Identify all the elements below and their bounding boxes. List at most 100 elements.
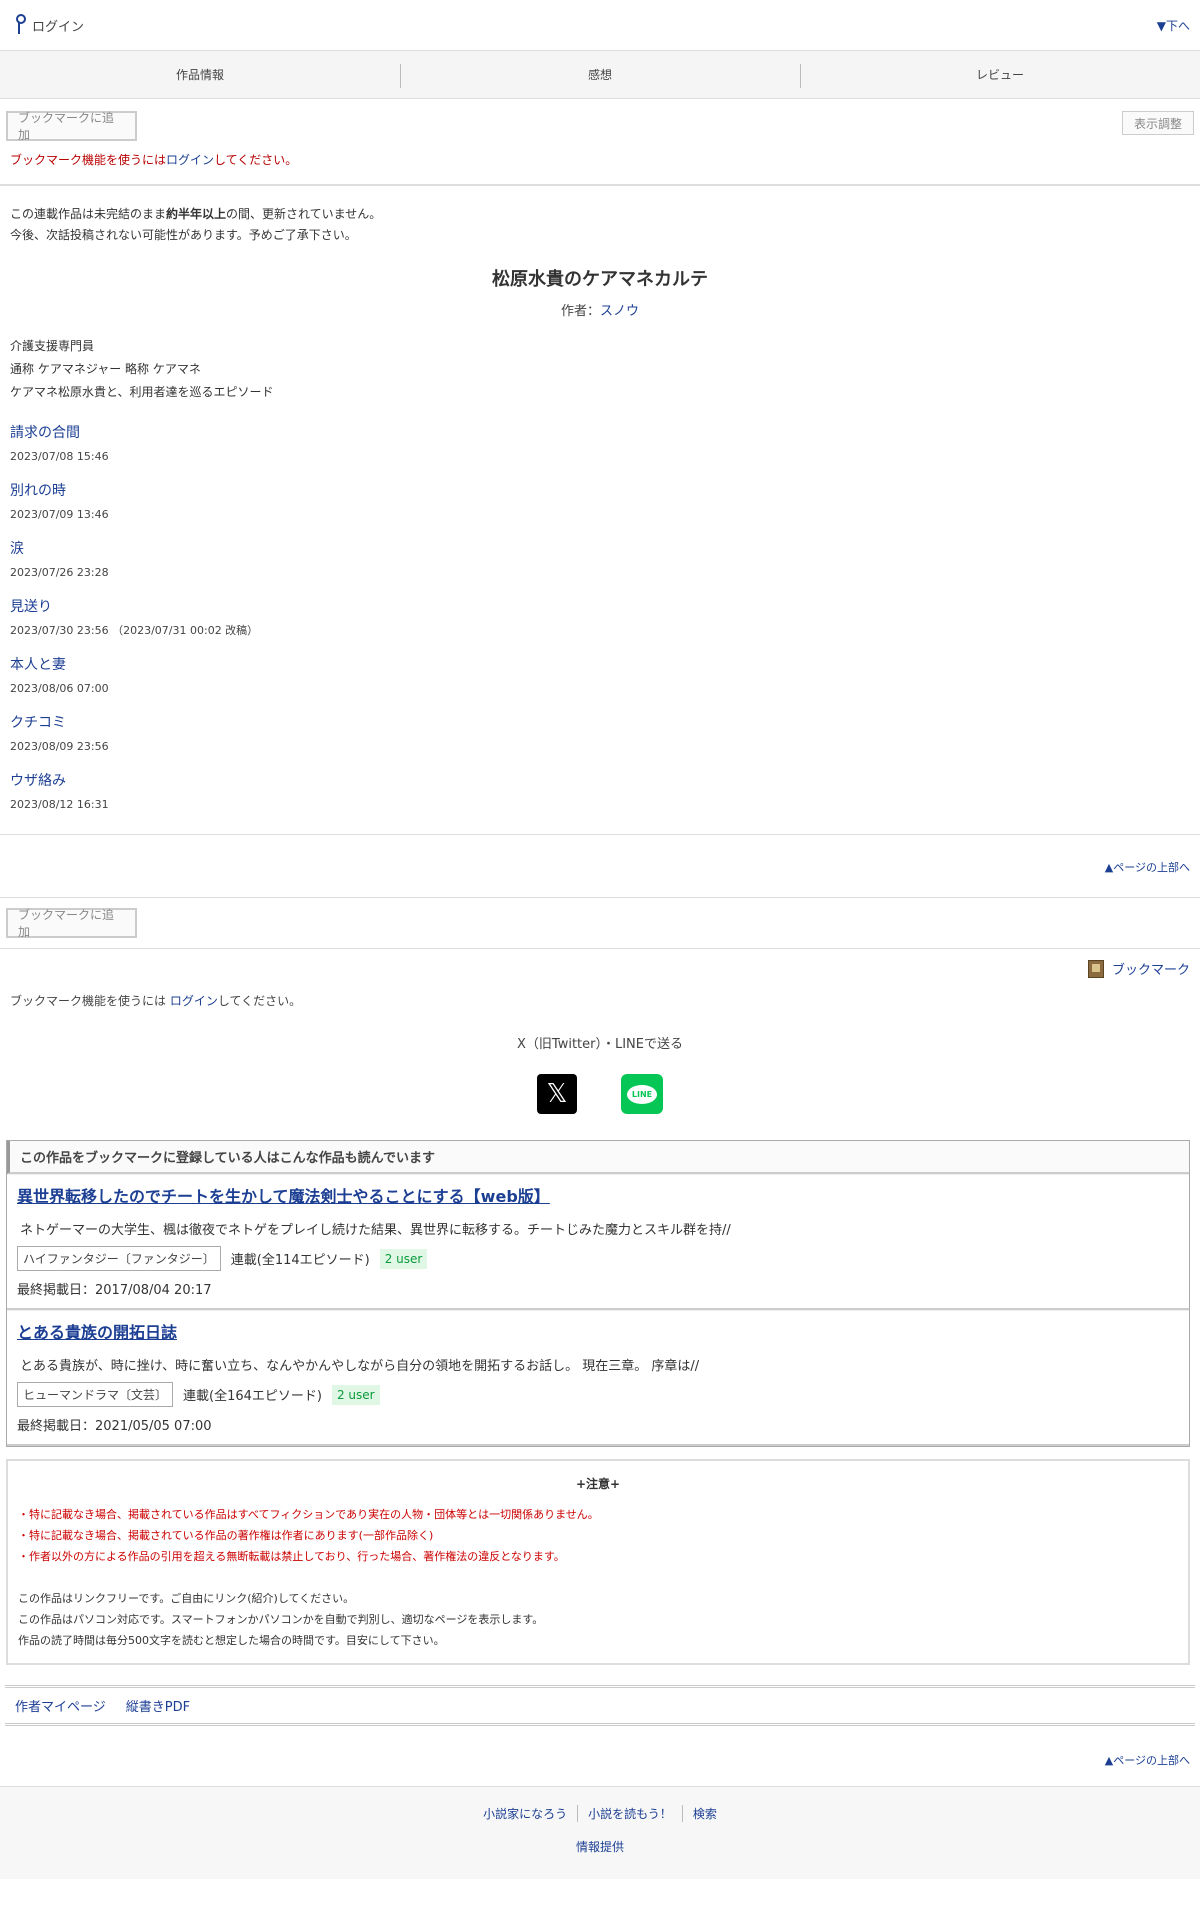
- episode-item: 本人と妻 2023/08/06 07:00: [10, 656, 1190, 696]
- genre-tag[interactable]: ハイファンタジー〔ファンタジー〕: [17, 1246, 221, 1271]
- footer-link-narou[interactable]: 小説家になろう: [473, 1805, 577, 1822]
- footer-links: 小説家になろう 小説を読もう！ 検索: [0, 1805, 1200, 1822]
- episode-link[interactable]: ウザ絡み: [10, 772, 1190, 790]
- user-count-badge: 2 user: [331, 1384, 380, 1405]
- caution-line: この作品はパソコン対応です。スマートフォンかパソコンかを自動で判別し、適切なペー…: [18, 1613, 544, 1626]
- key-icon: [14, 14, 26, 36]
- episode-item: ウザ絡み 2023/08/12 16:31: [10, 772, 1190, 812]
- novel-section: この連載作品は未完結のまま約半年以上の間、更新されていません。 今後、次話投稿さ…: [0, 186, 1200, 812]
- warning-text-b: の間、更新されていません。: [226, 207, 382, 221]
- login-link[interactable]: ログイン: [10, 14, 84, 36]
- tab-review[interactable]: レビュー: [800, 51, 1200, 98]
- recommendation-item: とある貴族の開拓日誌 とある貴族が、時に挫け、時に奮い立ち、なんやかんやしながら…: [7, 1310, 1189, 1446]
- caution-line: この作品はリンクフリーです。ご自由にリンク(紹介)してください。: [18, 1592, 355, 1605]
- bookmark-row-bottom: ブックマークに追加: [0, 897, 1200, 949]
- caution-line: ・特に記載なき場合、掲載されている作品の著作権は作者にあります(一部作品除く): [18, 1529, 434, 1542]
- page-top-link-bottom[interactable]: ▲ページの上部へ: [0, 1726, 1200, 1787]
- episode-item: 涙 2023/07/26 23:28: [10, 540, 1190, 580]
- x-share-icon[interactable]: 𝕏: [537, 1074, 577, 1114]
- notice-prefix: ブックマーク機能を使うには: [10, 153, 167, 167]
- last-updated: 最終掲載日：2017/08/04 20:17: [17, 1283, 212, 1298]
- warning-bold: 約半年以上: [166, 207, 227, 221]
- tab-work-info[interactable]: 作品情報: [0, 51, 400, 98]
- caution-line: 作品の読了時間は毎分500文字を読むと想定した場合の時間です。目安にして下さい。: [18, 1634, 445, 1647]
- tab-bar: 作品情報 感想 レビュー: [0, 51, 1200, 99]
- author-link[interactable]: スノウ: [600, 304, 639, 319]
- tab-impressions[interactable]: 感想: [400, 51, 800, 98]
- bookmark-text: ブックマーク機能を使うには ログインしてください。: [0, 978, 1200, 1009]
- login-label: ログイン: [32, 19, 85, 35]
- user-count-badge: 2 user: [379, 1248, 428, 1269]
- episode-item: 見送り 2023/07/30 23:56 （2023/07/31 00:02 改稿…: [10, 598, 1190, 638]
- caution-info-list: この作品はリンクフリーです。ご自由にリンク(紹介)してください。 この作品はパソ…: [18, 1588, 1178, 1651]
- episode-date: 2023/07/08 15:46: [10, 450, 109, 463]
- synopsis-line: 通称 ケアマネジャー 略称 ケアマネ: [10, 362, 201, 376]
- recommendation-item: 異世界転移したのでチートを生かして魔法剣士やることにする【web版】 ネトゲーマ…: [7, 1174, 1189, 1310]
- add-bookmark-button[interactable]: ブックマークに追加: [6, 111, 137, 142]
- novel-title: 松原水貴のケアマネカルテ: [492, 269, 708, 290]
- recommendation-meta: ハイファンタジー〔ファンタジー〕 連載(全114エピソード) 2 user: [17, 1246, 1179, 1271]
- episode-date: 2023/07/30 23:56 （2023/07/31 00:02 改稿）: [10, 624, 259, 637]
- author-mypage-link[interactable]: 作者マイページ: [15, 1696, 106, 1715]
- bookmark-link-label: ブックマーク: [1111, 963, 1190, 978]
- to-bottom-link[interactable]: ▼下へ: [1157, 17, 1190, 34]
- recommendation-title[interactable]: 異世界転移したのでチートを生かして魔法剣士やることにする【web版】: [17, 1183, 1179, 1207]
- bookmark-login-link[interactable]: ログイン: [170, 994, 218, 1008]
- episode-date: 2023/08/12 16:31: [10, 798, 109, 811]
- episode-link[interactable]: クチコミ: [10, 714, 1190, 732]
- author-line: 作者：スノウ: [10, 300, 1190, 319]
- caution-red-list: ・特に記載なき場合、掲載されている作品はすべてフィクションであり実在の人物・団体…: [18, 1504, 1178, 1567]
- recommendation-title[interactable]: とある貴族の開拓日誌: [17, 1319, 1179, 1343]
- episode-date: 2023/07/09 13:46: [10, 508, 109, 521]
- recommendation-item-partial: [7, 1446, 1189, 1447]
- caution-box: +注意+ ・特に記載なき場合、掲載されている作品はすべてフィクションであり実在の…: [6, 1459, 1190, 1665]
- episode-list: 請求の合間 2023/07/08 15:46 別れの時 2023/07/09 13:…: [10, 424, 1190, 812]
- share-buttons: 𝕏 LINE: [0, 1074, 1200, 1114]
- episode-link[interactable]: 涙: [10, 540, 1190, 558]
- caution-title: +注意+: [575, 1477, 621, 1491]
- synopsis-line: 介護支援専門員: [10, 339, 95, 353]
- episode-link[interactable]: 別れの時: [10, 482, 1190, 500]
- episode-item: 別れの時 2023/07/09 13:46: [10, 482, 1190, 522]
- episode-date: 2023/08/06 07:00: [10, 682, 109, 695]
- caution-line: ・作者以外の方による作品の引用を超える無断転載は禁止しており、行った場合、著作権…: [18, 1550, 565, 1563]
- site-footer: 小説家になろう 小説を読もう！ 検索 情報提供: [0, 1787, 1200, 1879]
- episode-link[interactable]: 請求の合間: [10, 424, 1190, 442]
- footer-link-yomou[interactable]: 小説を読もう！: [577, 1805, 682, 1822]
- page-top-link[interactable]: ▲ページの上部へ: [0, 835, 1200, 897]
- line-share-icon[interactable]: LINE: [621, 1074, 663, 1114]
- synopsis-line: ケアマネ松原水貴と、利用者達を巡るエピソード: [10, 385, 274, 399]
- page-top-label: ▲ページの上部へ: [1104, 861, 1190, 874]
- serial-info: 連載(全114エピソード): [230, 1253, 370, 1268]
- bookmark-row: ブックマークに追加 表示調整: [0, 99, 1200, 142]
- genre-tag[interactable]: ヒューマンドラマ〔文芸〕: [17, 1382, 174, 1407]
- display-adjust-button[interactable]: 表示調整: [1122, 111, 1194, 135]
- author-links: 作者マイページ 縦書きPDF: [5, 1685, 1195, 1726]
- recommendation-desc: ネトゲーマーの大学生、楓は徹夜でネトゲをプレイし続けた結果、異世界に転移する。チ…: [20, 1223, 731, 1238]
- last-updated: 最終掲載日：2021/05/05 07:00: [17, 1419, 212, 1434]
- bookmark-link[interactable]: ブックマーク: [0, 949, 1200, 978]
- vertical-pdf-link[interactable]: 縦書きPDF: [126, 1696, 190, 1715]
- recommendation-desc: とある貴族が、時に挫け、時に奮い立ち、なんやかんやしながら自分の領地を開拓するお…: [20, 1359, 700, 1374]
- add-bookmark-button-bottom[interactable]: ブックマークに追加: [6, 908, 137, 939]
- footer-info-link[interactable]: 情報提供: [0, 1838, 1200, 1855]
- footer-link-search[interactable]: 検索: [681, 1805, 727, 1822]
- caution-line: ・特に記載なき場合、掲載されている作品はすべてフィクションであり実在の人物・団体…: [18, 1508, 599, 1521]
- bookmark-icon: [1087, 959, 1104, 978]
- warning-line2: 今後、次話投稿されない可能性があります。予めご了承下さい。: [10, 228, 357, 242]
- notice-login-link[interactable]: ログイン: [166, 153, 214, 167]
- episode-date: 2023/07/26 23:28: [10, 566, 109, 579]
- episode-item: クチコミ 2023/08/09 23:56: [10, 714, 1190, 754]
- page-top-label: ▲ページの上部へ: [1104, 1754, 1190, 1767]
- episode-link[interactable]: 本人と妻: [10, 656, 1190, 674]
- bookmark-text-prefix: ブックマーク機能を使うには: [10, 994, 170, 1008]
- episode-link[interactable]: 見送り: [10, 598, 1190, 616]
- recommendation-meta: ヒューマンドラマ〔文芸〕 連載(全164エピソード) 2 user: [17, 1382, 1179, 1407]
- bookmark-notice: ブックマーク機能を使うにはログインしてください。: [0, 141, 1200, 186]
- warning-text-a: この連載作品は未完結のまま: [10, 207, 167, 221]
- serial-info: 連載(全164エピソード): [183, 1389, 322, 1404]
- recommendation-box: この作品をブックマークに登録している人はこんな作品も読んでいます 異世界転移した…: [6, 1140, 1190, 1447]
- line-logo: LINE: [626, 1084, 658, 1104]
- bookmark-text-suffix: してください。: [217, 994, 302, 1008]
- recommendation-heading: この作品をブックマークに登録している人はこんな作品も読んでいます: [7, 1141, 1189, 1174]
